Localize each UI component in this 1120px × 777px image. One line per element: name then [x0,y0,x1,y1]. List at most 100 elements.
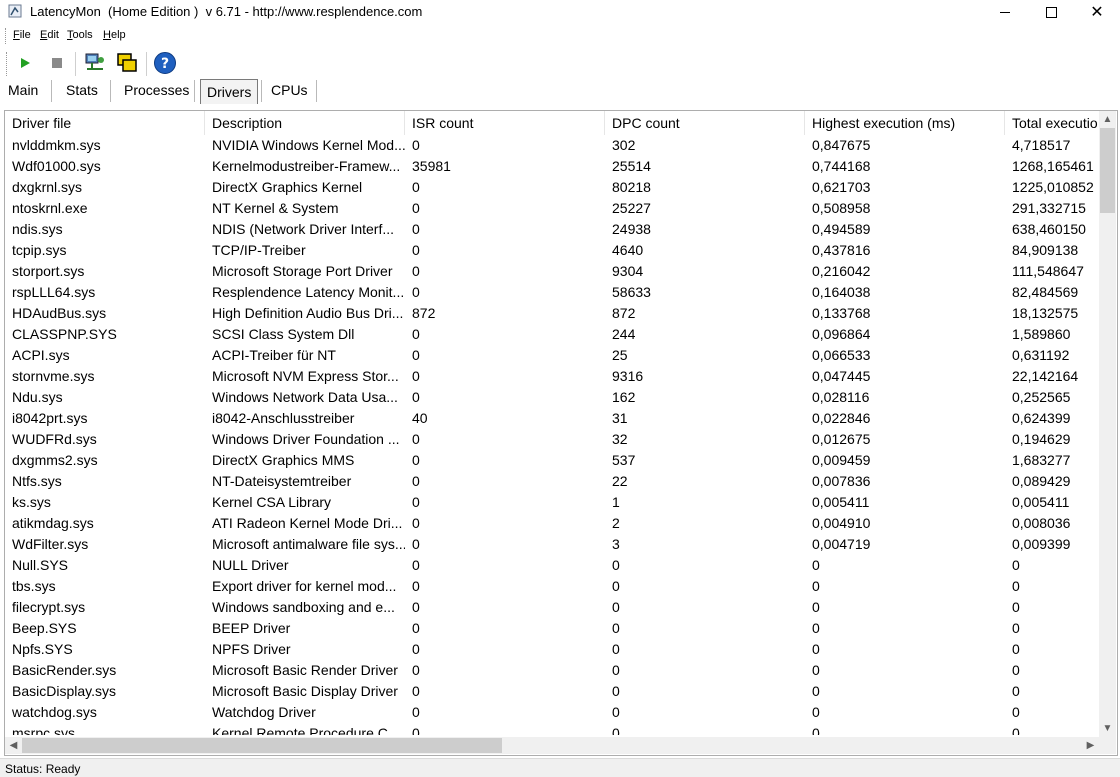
table-row[interactable]: ntoskrnl.exe NT Kernel & System 0 25227 0,50… [5,198,1099,219]
minimize-button[interactable] [982,0,1028,24]
cell-description: Kernelmodustreiber-Framew... [212,158,401,174]
table-row[interactable]: nvlddmkm.sys NVIDIA Windows Kernel Mod...… [5,135,1099,156]
horizontal-scroll-thumb[interactable] [22,738,502,753]
table-row[interactable]: ks.sys Kernel CSA Library 0 1 0,005411 0,0054… [5,492,1099,513]
table-row[interactable]: WdFilter.sys Microsoft antimalware file s… [5,534,1099,555]
cell-driver-file: Npfs.SYS [12,641,73,657]
cell-dpc-count: 0 [612,725,620,735]
cell-isr-count: 0 [412,662,420,678]
table-row[interactable]: tcpip.sys TCP/IP-Treiber 0 4640 0,437816 84,9… [5,240,1099,261]
cell-description: NPFS Driver [212,641,291,657]
table-row[interactable]: atikmdag.sys ATI Radeon Kernel Mode Dri..… [5,513,1099,534]
tab-cpus[interactable]: CPUs [265,78,314,102]
cell-highest-execution: 0,744168 [812,158,871,174]
horizontal-scrollbar[interactable]: ◀ ▶ [5,737,1099,754]
cell-description: DirectX Graphics MMS [212,452,355,468]
cell-total-execution: 638,460150 [1012,221,1086,237]
minimize-icon [1000,11,1010,13]
column-header-highest-execution[interactable]: Highest execution (ms) [805,111,1005,135]
table-row[interactable]: rspLLL64.sys Resplendence Latency Monit..… [5,282,1099,303]
network-button[interactable] [82,50,108,76]
cell-isr-count: 0 [412,515,420,531]
tab-separator [261,80,262,102]
cell-total-execution: 22,142164 [1012,368,1079,384]
table-row[interactable]: WUDFRd.sys Windows Driver Foundation ... 0… [5,429,1099,450]
windows-button[interactable] [114,50,140,76]
cell-description: NVIDIA Windows Kernel Mod... [212,137,405,153]
column-header-isr-count[interactable]: ISR count [405,111,605,135]
table-row[interactable]: ACPI.sys ACPI-Treiber für NT 0 25 0,066533 0,… [5,345,1099,366]
cell-highest-execution: 0 [812,704,820,720]
menu-tools[interactable]: Tools [67,29,93,41]
table-row[interactable]: Ntfs.sys NT-Dateisystemtreiber 0 22 0,007836… [5,471,1099,492]
start-button[interactable] [12,50,38,76]
cell-isr-count: 0 [412,284,420,300]
table-row[interactable]: HDAudBus.sys High Definition Audio Bus Dr… [5,303,1099,324]
table-row[interactable]: filecrypt.sys Windows sandboxing and e...… [5,597,1099,618]
scroll-right-icon[interactable]: ▶ [1082,737,1099,754]
table-row[interactable]: stornvme.sys Microsoft NVM Express Stor..… [5,366,1099,387]
table-row[interactable]: Null.SYS NULL Driver 0 0 0 0 [5,555,1099,576]
tab-stats[interactable]: Stats [60,78,104,102]
column-header-driver-file[interactable]: Driver file [5,111,205,135]
vertical-scrollbar[interactable]: ▲ ▼ [1099,111,1116,737]
cell-highest-execution: 0,066533 [812,347,871,363]
cell-total-execution: 1,683277 [1012,452,1071,468]
table-row[interactable]: dxgmms2.sys DirectX Graphics MMS 0 537 0,009… [5,450,1099,471]
close-button[interactable]: ✕ [1074,0,1120,24]
help-icon: ? [154,52,176,74]
cell-driver-file: Ntfs.sys [12,473,62,489]
table-row[interactable]: Ndu.sys Windows Network Data Usa... 0 162 0,… [5,387,1099,408]
table-row[interactable]: BasicRender.sys Microsoft Basic Render Dr… [5,660,1099,681]
cell-isr-count: 0 [412,557,420,573]
column-header-description[interactable]: Description [205,111,405,135]
table-row[interactable]: watchdog.sys Watchdog Driver 0 0 0 0 [5,702,1099,723]
help-button[interactable]: ? [152,50,178,76]
cell-dpc-count: 0 [612,641,620,657]
table-row[interactable]: storport.sys Microsoft Storage Port Drive… [5,261,1099,282]
table-row[interactable]: BasicDisplay.sys Microsoft Basic Display … [5,681,1099,702]
cell-highest-execution: 0,004910 [812,515,871,531]
vertical-scroll-thumb[interactable] [1100,128,1115,213]
table-row[interactable]: i8042prt.sys i8042-Anschlusstreiber 40 31 0,… [5,408,1099,429]
scroll-left-icon[interactable]: ◀ [5,737,22,754]
cell-highest-execution: 0 [812,725,820,735]
cell-highest-execution: 0,133768 [812,305,871,321]
cell-description: SCSI Class System Dll [212,326,355,342]
table-row[interactable]: dxgkrnl.sys DirectX Graphics Kernel 0 80218… [5,177,1099,198]
cell-dpc-count: 2 [612,515,620,531]
menu-file[interactable]: File [13,29,31,41]
table-row[interactable]: Npfs.SYS NPFS Driver 0 0 0 0 [5,639,1099,660]
cell-isr-count: 0 [412,221,420,237]
stop-button[interactable] [44,50,70,76]
tab-drivers[interactable]: Drivers [200,79,259,104]
cell-total-execution: 0,008036 [1012,515,1071,531]
cell-total-execution: 1268,165461 [1012,158,1094,174]
menu-help[interactable]: Help [103,29,126,41]
cell-driver-file: msrpc.sys [12,725,75,735]
scroll-down-icon[interactable]: ▼ [1099,720,1116,737]
table-body: nvlddmkm.sys NVIDIA Windows Kernel Mod...… [5,135,1099,735]
table-row[interactable]: tbs.sys Export driver for kernel mod... 0 0… [5,576,1099,597]
column-header-total-execution[interactable]: Total executio [1005,111,1099,135]
cell-highest-execution: 0 [812,662,820,678]
column-header-dpc-count[interactable]: DPC count [605,111,805,135]
cell-dpc-count: 25 [612,347,628,363]
table-row[interactable]: CLASSPNP.SYS SCSI Class System Dll 0 244 0,0… [5,324,1099,345]
scroll-up-icon[interactable]: ▲ [1099,111,1116,128]
cell-dpc-count: 25514 [612,158,651,174]
cell-description: Microsoft Basic Render Driver [212,662,398,678]
cell-driver-file: BasicDisplay.sys [12,683,116,699]
cell-driver-file: stornvme.sys [12,368,95,384]
tab-processes[interactable]: Processes [118,78,195,102]
cell-dpc-count: 537 [612,452,636,468]
table-row[interactable]: ndis.sys NDIS (Network Driver Interf... 0 2… [5,219,1099,240]
table-row[interactable]: msrpc.sys Kernel Remote Procedure C... 0 0 0… [5,723,1099,735]
tab-main[interactable]: Main [2,78,44,102]
table-row[interactable]: Wdf01000.sys Kernelmodustreiber-Framew...… [5,156,1099,177]
table-row[interactable]: Beep.SYS BEEP Driver 0 0 0 0 [5,618,1099,639]
cell-highest-execution: 0,004719 [812,536,871,552]
cell-highest-execution: 0 [812,641,820,657]
maximize-button[interactable] [1028,0,1074,24]
menu-edit[interactable]: Edit [40,29,59,41]
